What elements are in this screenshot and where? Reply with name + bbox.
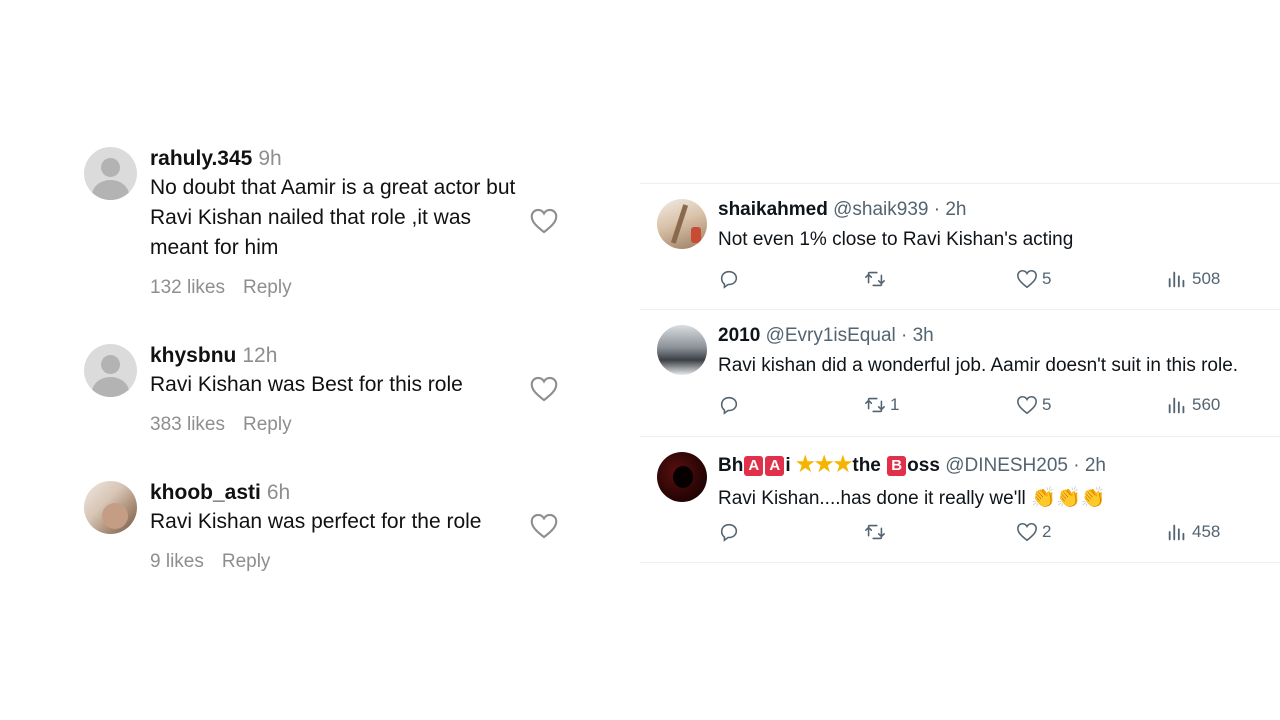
comment-username[interactable]: khoob_asti — [150, 481, 261, 504]
like-button[interactable]: 5 — [1016, 267, 1051, 291]
heart-icon — [1017, 395, 1037, 415]
views-icon — [1168, 524, 1185, 541]
avatar[interactable] — [657, 452, 707, 502]
tweet-text: Not even 1% close to Ravi Kishan's actin… — [718, 229, 1074, 250]
views-button[interactable]: 458 — [1166, 520, 1220, 544]
divider — [640, 183, 1280, 184]
tweet[interactable]: Bh A Ai ★★★the Boss @DINESH205 · 2h Ravi K… — [640, 438, 1280, 562]
comment-text: Ravi Kishan was Best for this role — [150, 373, 463, 396]
tweet-handle[interactable]: @shaik939 · 2h — [833, 199, 966, 220]
reply-button[interactable]: Reply — [222, 551, 271, 572]
views-icon — [1168, 271, 1185, 288]
like-count: 2 — [1042, 522, 1052, 541]
retweet-icon — [865, 397, 885, 413]
reply-button[interactable]: Reply — [243, 277, 292, 298]
likes-count[interactable]: 132 likes — [150, 277, 225, 298]
tweet[interactable]: 2010 @Evry1isEqual · 3h Ravi kishan did … — [640, 311, 1280, 435]
views-count: 560 — [1192, 395, 1221, 414]
tweet-text: Ravi kishan did a wonderful job. Aamir d… — [718, 355, 1239, 376]
tweet-author-name[interactable]: 2010 — [718, 325, 760, 346]
like-count: 5 — [1042, 395, 1052, 414]
comment-text: Ravi Kishan was perfect for the role — [150, 510, 482, 533]
reply-button[interactable] — [718, 393, 740, 417]
retweet-icon — [865, 524, 885, 540]
views-count: 508 — [1192, 269, 1221, 288]
reply-button[interactable]: Reply — [243, 414, 292, 435]
heart-icon — [1017, 522, 1037, 542]
tweet-handle[interactable]: @Evry1isEqual · 3h — [766, 325, 934, 346]
reply-icon — [720, 523, 738, 542]
avatar[interactable] — [657, 325, 707, 375]
comment-username[interactable]: khysbnu — [150, 344, 236, 367]
retweet-icon — [865, 271, 885, 287]
reply-icon — [720, 396, 738, 415]
comment-text: No doubt that Aamir is a great actor but… — [150, 176, 516, 259]
tweet-handle[interactable]: @DINESH205 · 2h — [945, 455, 1106, 476]
like-button[interactable]: 5 — [1016, 393, 1051, 417]
views-button[interactable]: 508 — [1166, 267, 1220, 291]
comment-time: 12h — [242, 344, 278, 367]
heart-icon[interactable] — [530, 376, 558, 402]
divider — [640, 436, 1280, 437]
heart-icon[interactable] — [530, 513, 558, 539]
like-count: 5 — [1042, 269, 1052, 288]
heart-icon — [1017, 269, 1037, 289]
reply-button[interactable] — [718, 520, 740, 544]
default-avatar-icon[interactable] — [84, 344, 137, 397]
default-avatar-icon[interactable] — [84, 147, 137, 200]
likes-count[interactable]: 9 likes — [150, 551, 204, 572]
views-icon — [1168, 397, 1185, 414]
reply-icon — [720, 270, 738, 289]
tweet-author-name[interactable]: shaikahmed — [718, 199, 828, 220]
retweet-button[interactable]: 1 — [864, 393, 899, 417]
retweet-count: 1 — [890, 395, 900, 414]
views-button[interactable]: 560 — [1166, 393, 1220, 417]
tweet[interactable]: shaikahmed @shaik939 · 2h Not even 1% cl… — [640, 185, 1280, 309]
like-button[interactable]: 2 — [1016, 520, 1051, 544]
clapping-hands-icon: 👏👏👏 — [1031, 487, 1106, 509]
photo-avatar[interactable] — [84, 481, 137, 534]
views-count: 458 — [1192, 522, 1221, 541]
avatar[interactable] — [657, 199, 707, 249]
heart-icon[interactable] — [530, 208, 558, 234]
reply-button[interactable] — [718, 267, 740, 291]
tweet-text: Ravi Kishan....has done it really we'll — [718, 488, 1026, 509]
comment-time: 9h — [258, 147, 282, 170]
comment-time: 6h — [266, 481, 291, 504]
comment-username[interactable]: rahuly.345 — [150, 147, 252, 170]
divider — [640, 562, 1280, 563]
likes-count[interactable]: 383 likes — [150, 414, 225, 435]
retweet-button[interactable] — [864, 520, 886, 544]
star-icon: ★★★ — [795, 453, 853, 476]
tweet-author-name[interactable]: Bh A Ai ★★★the Boss — [718, 453, 940, 476]
divider — [640, 309, 1280, 310]
retweet-button[interactable] — [864, 267, 886, 291]
